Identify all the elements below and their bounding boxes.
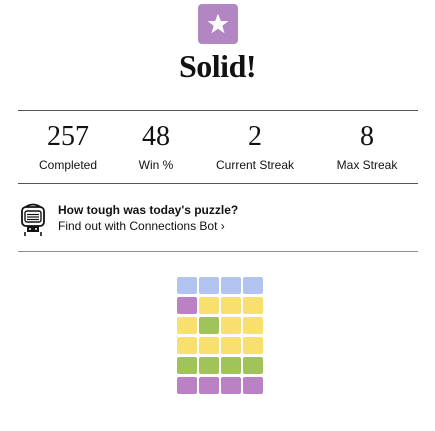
stat-completed: 257 Completed (38, 120, 98, 173)
stat-value: 8 (360, 121, 374, 152)
stat-label: Completed (38, 158, 98, 172)
divider-bottom (18, 251, 418, 252)
guess-tile-yellow (221, 317, 241, 334)
guess-tile-yellow (221, 337, 241, 354)
guess-tile-purple (243, 377, 263, 394)
guess-tile-green (243, 357, 263, 374)
guess-tile-yellow (243, 337, 263, 354)
guess-tile-blue (199, 277, 219, 294)
stat-win-percent: 48 Win % (126, 120, 186, 173)
guess-tile-yellow (177, 337, 197, 354)
guess-tile-yellow (221, 297, 241, 314)
guess-tile-blue (243, 277, 263, 294)
guess-tile-green (199, 357, 219, 374)
robot-icon (21, 203, 45, 236)
guess-grid (177, 277, 264, 397)
stat-max-streak: 8 Max Streak (332, 120, 402, 173)
stat-label: Current Streak (215, 158, 295, 172)
divider-middle (18, 183, 418, 184)
guess-row (177, 377, 264, 394)
bot-question: How tough was today's puzzle? (58, 203, 239, 217)
guess-tile-purple (177, 297, 197, 314)
guess-tile-purple (177, 377, 197, 394)
stats-row: 257 Completed 48 Win % 2 Current Streak … (18, 120, 418, 178)
guess-tile-yellow (177, 317, 197, 334)
guess-tile-blue (177, 277, 197, 294)
guess-row (177, 357, 264, 374)
connections-bot-promo[interactable]: How tough was today's puzzle? Find out w… (18, 198, 418, 240)
guess-row (177, 337, 264, 354)
guess-row (177, 317, 264, 334)
guess-tile-yellow (199, 337, 219, 354)
guess-tile-green (199, 317, 219, 334)
stat-value: 2 (248, 121, 262, 152)
stat-value: 257 (47, 121, 89, 152)
stat-label: Win % (138, 158, 174, 172)
guess-tile-purple (221, 377, 241, 394)
star-icon (207, 13, 229, 34)
stat-value: 48 (142, 121, 170, 152)
guess-tile-green (221, 357, 241, 374)
stat-current-streak: 2 Current Streak (208, 120, 302, 173)
stat-label: Max Streak (336, 158, 398, 172)
divider-top (18, 110, 418, 111)
guess-tile-blue (221, 277, 241, 294)
bot-link[interactable]: Find out with Connections Bot › (58, 218, 238, 234)
guess-tile-yellow (243, 317, 263, 334)
guess-row (177, 297, 264, 314)
result-title: Solid! (178, 48, 257, 84)
result-badge (198, 4, 238, 44)
guess-row (177, 277, 264, 294)
guess-tile-yellow (243, 297, 263, 314)
guess-tile-purple (199, 377, 219, 394)
bot-text: How tough was today's puzzle? Find out w… (58, 202, 238, 234)
guess-tile-green (177, 357, 197, 374)
guess-tile-yellow (199, 297, 219, 314)
